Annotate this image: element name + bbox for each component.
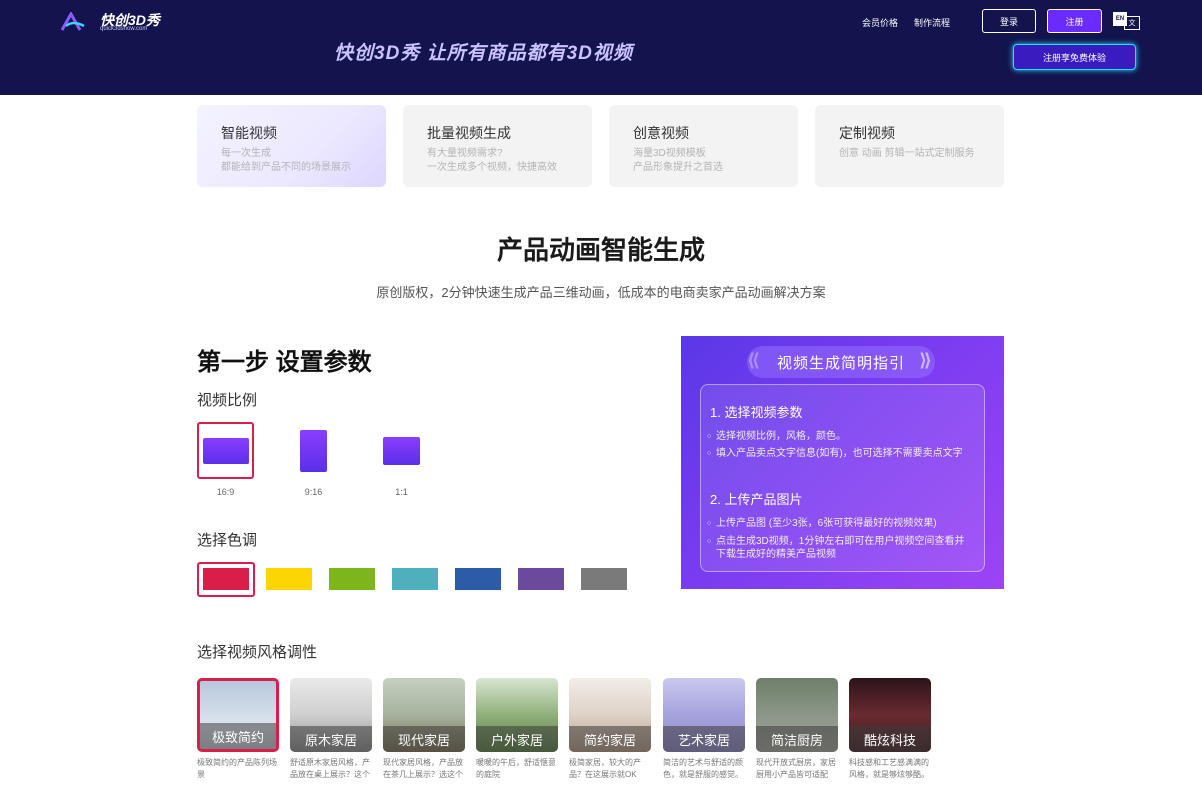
top-header: 快创3D秀 quick3dshow.com 快创3D秀 让所有商品都有3D视频 … [0, 0, 1202, 95]
style-name: 艺术家居 [663, 726, 745, 752]
style-desc: 现代家居风格，产品放在茶几上展示？选这个 [383, 758, 463, 779]
style-option-outdoor[interactable]: 户外家居 [476, 678, 558, 752]
style-name: 极致简约 [200, 723, 276, 749]
style-desc: 舒适原木家居风格，产品放在桌上展示？这个 [290, 758, 370, 779]
header-slogan: 快创3D秀 让所有商品都有3D视频 [334, 43, 633, 64]
card-title: 创意视频 [633, 125, 689, 141]
nav-pricing[interactable]: 会员价格 [862, 16, 898, 29]
ratio-9-16-icon [300, 429, 327, 472]
ratio-1-1-icon [383, 436, 420, 465]
card-title: 智能视频 [221, 125, 277, 141]
style-desc: 极致简约的产品陈列场景 [197, 758, 277, 779]
color-swatch-yellow[interactable] [266, 568, 312, 590]
nav-process[interactable]: 制作流程 [914, 16, 950, 29]
card-desc: 创意 动画 剪辑一站式定制服务 [839, 148, 975, 159]
style-desc: 简洁的艺术与舒适的颜色，就是舒服的感觉。 [663, 758, 743, 779]
style-desc: 现代开放式厨房，家居厨用小产品皆可适配 [756, 758, 836, 779]
style-option-art-home[interactable]: 艺术家居 [663, 678, 745, 752]
free-trial-button[interactable]: 注册享免费体验 [1013, 44, 1136, 70]
card-desc: 都能给到产品不同的场景展示 [221, 162, 351, 173]
language-switch[interactable]: 文 EN [1113, 12, 1141, 30]
style-desc: 极简家居，较大的产品？在这展示就OK [569, 758, 641, 779]
guide-step2-item: 点击生成3D视频，1分钟左右即可在用户视频空间查看并下载生成好的精美产品视频 [707, 535, 973, 561]
style-option-simple-home[interactable]: 简约家居 [569, 678, 651, 752]
card-desc: 每一次生成 [221, 148, 271, 159]
card-desc: 有大量视频需求? [427, 148, 503, 159]
card-desc: 一次生成多个视频，快捷高效 [427, 162, 557, 173]
style-name: 简洁厨房 [756, 726, 838, 752]
logo[interactable]: 快创3D秀 quick3dshow.com [60, 10, 160, 36]
style-name: 户外家居 [476, 726, 558, 752]
card-title: 批量视频生成 [427, 125, 511, 141]
style-option-modern[interactable]: 现代家居 [383, 678, 465, 752]
guide-step1-item: 选择视频比例，风格，颜色。 [707, 430, 973, 443]
login-button[interactable]: 登录 [982, 9, 1036, 33]
logo-url: quick3dshow.com [100, 26, 148, 32]
ratio-option-16-9[interactable] [197, 422, 254, 479]
color-swatch-purple[interactable] [518, 568, 564, 590]
color-swatch-green[interactable] [329, 568, 375, 590]
style-name: 简约家居 [569, 726, 651, 752]
logo-icon [60, 12, 85, 31]
style-label: 选择视频风格调性 [197, 644, 318, 661]
style-option-kitchen[interactable]: 简洁厨房 [756, 678, 838, 752]
guide-step2-title: 2. 上传产品图片 [710, 492, 803, 507]
ratio-label-1-1: 1:1 [395, 487, 408, 497]
style-option-minimal[interactable]: 极致简约 [197, 678, 279, 752]
ratio-label: 视频比例 [197, 392, 258, 409]
guide-panel: ⟪ 视频生成简明指引 ⟫ 1. 选择视频参数 选择视频比例，风格，颜色。 填入产… [681, 336, 1004, 589]
guide-step2-item: 上传产品图 (至少3张，6张可获得最好的视频效果) [707, 517, 973, 530]
page-title: 产品动画智能生成 [496, 235, 705, 265]
page-subtitle: 原创版权，2分钟快速生成产品三维动画，低成本的电商卖家产品动画解决方案 [376, 285, 826, 300]
card-creative-video[interactable]: 创意视频 海量3D视频模板 产品形象提升之首选 [609, 105, 798, 187]
style-name: 现代家居 [383, 726, 465, 752]
ratio-option-1-1[interactable] [373, 422, 430, 479]
style-name: 酷炫科技 [849, 726, 931, 752]
card-desc: 海量3D视频模板 [633, 148, 706, 159]
style-name: 原木家居 [290, 726, 372, 752]
card-smart-video[interactable]: 智能视频 每一次生成 都能给到产品不同的场景展示 [197, 105, 386, 187]
ratio-label-9-16: 9:16 [304, 487, 323, 497]
ratio-label-16-9: 16:9 [216, 487, 235, 497]
style-option-wood[interactable]: 原木家居 [290, 678, 372, 752]
guide-step1-title: 1. 选择视频参数 [710, 405, 803, 420]
card-desc: 产品形象提升之首选 [633, 162, 723, 173]
chevron-right-icon: ⟫ [919, 350, 932, 370]
card-title: 定制视频 [839, 125, 895, 141]
lang-en-icon: EN [1113, 12, 1127, 26]
card-custom-video[interactable]: 定制视频 创意 动画 剪辑一站式定制服务 [815, 105, 1004, 187]
color-swatch-teal[interactable] [392, 568, 438, 590]
guide-title: 视频生成简明指引 [747, 346, 935, 378]
color-swatch-blue[interactable] [455, 568, 501, 590]
color-label: 选择色调 [197, 532, 258, 549]
ratio-16-9-icon [202, 437, 249, 464]
register-button[interactable]: 注册 [1047, 9, 1102, 33]
guide-step1-item: 填入产品卖点文字信息(如有)，也可选择不需要卖点文字 [707, 447, 973, 460]
step-title: 第一步 设置参数 [197, 349, 372, 376]
style-desc: 科技感和工艺感满满的风格，就是够炫够酷。 [849, 758, 929, 779]
style-option-tech[interactable]: 酷炫科技 [849, 678, 931, 752]
color-swatch-gray[interactable] [581, 568, 627, 590]
color-swatch-red[interactable] [203, 568, 249, 590]
ratio-option-9-16[interactable] [285, 422, 342, 479]
style-desc: 暖暖的午后，舒适惬意的庭院 [476, 758, 556, 779]
card-batch-video[interactable]: 批量视频生成 有大量视频需求? 一次生成多个视频，快捷高效 [403, 105, 592, 187]
